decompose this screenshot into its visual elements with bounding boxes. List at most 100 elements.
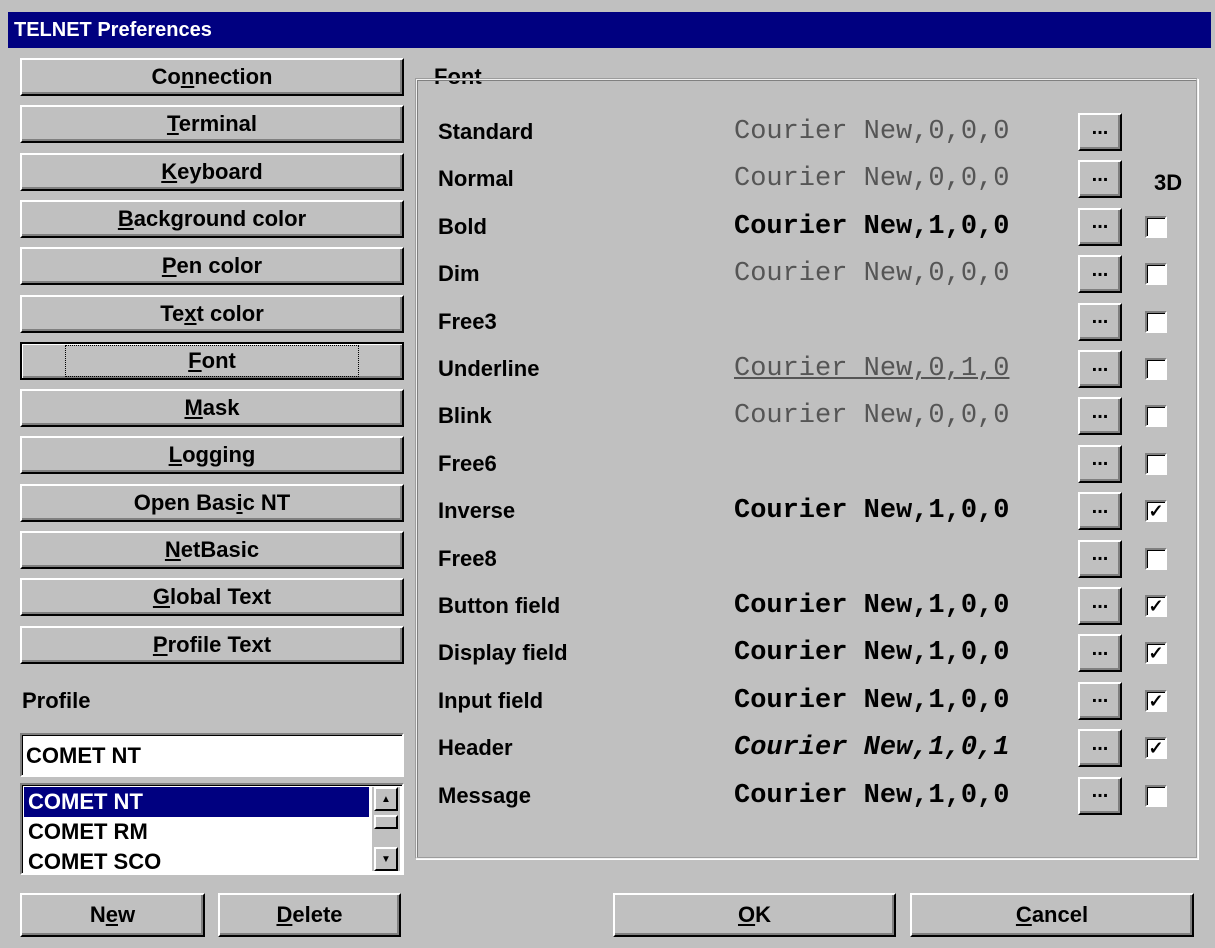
nav-button-pen-color[interactable]: Pen color [20, 247, 404, 286]
nav-button-label: Pen color [162, 253, 262, 279]
3d-checkbox[interactable]: ✓ [1145, 500, 1167, 523]
font-browse-button[interactable]: ... [1078, 302, 1122, 341]
nav-button-font[interactable]: Font [20, 341, 404, 380]
nav-button-text-color[interactable]: Text color [20, 294, 404, 333]
new-label-post: w [118, 902, 136, 927]
3d-checkbox[interactable] [1145, 215, 1167, 238]
font-browse-button[interactable]: ... [1078, 729, 1122, 768]
nav-button-label: Terminal [167, 111, 257, 137]
delete-button[interactable]: Delete [218, 893, 401, 937]
font-browse-button[interactable]: ... [1078, 397, 1122, 436]
nav-label-post: nection [194, 64, 273, 89]
3d-checkbox[interactable]: ✓ [1145, 642, 1167, 665]
nav-button-label: Open Basic NT [134, 490, 291, 516]
nav-label-pre: Open Bas [133, 489, 237, 515]
scroll-thumb[interactable] [374, 815, 398, 829]
nav-label-post: c NT [242, 489, 291, 515]
font-row-value: Courier New,0,1,0 [734, 354, 1010, 384]
nav-label-mnemonic: L [168, 442, 183, 468]
font-row-value: Courier New,1,0,0 [734, 591, 1010, 621]
cancel-label-mnemonic: C [1015, 902, 1032, 927]
font-browse-button[interactable]: ... [1078, 587, 1122, 625]
nav-button-profile-text[interactable]: Profile Text [20, 625, 404, 664]
font-browse-button[interactable]: ... [1078, 776, 1122, 815]
3d-checkbox[interactable]: ✓ [1145, 595, 1167, 617]
nav-button-connection[interactable]: Connection [20, 58, 404, 96]
3d-checkbox[interactable]: ✓ [1145, 689, 1167, 712]
nav-label-mnemonic: T [166, 111, 179, 137]
font-browse-button[interactable]: ... [1078, 113, 1122, 151]
delete-label-mnemonic: D [276, 902, 293, 927]
nav-button-global-text[interactable]: Global Text [20, 578, 404, 617]
font-browse-button[interactable]: ... [1078, 539, 1122, 578]
nav-button-label: Font [65, 344, 359, 377]
nav-button-netbasic[interactable]: NetBasic [20, 531, 404, 569]
nav-button-open-basic-nt[interactable]: Open Basic NT [20, 483, 404, 522]
font-row-label: Button field [438, 593, 561, 618]
nav-button-mask[interactable]: Mask [20, 389, 404, 428]
checkmark-icon: ✓ [1148, 501, 1164, 522]
profile-list-scrollbar[interactable]: ▲ ▼ [372, 787, 400, 871]
nav-button-logging[interactable]: Logging [20, 436, 404, 475]
3d-checkbox[interactable] [1145, 405, 1167, 428]
nav-label-post: t color [196, 300, 264, 326]
font-browse-button[interactable]: ... [1078, 207, 1122, 246]
font-browse-button[interactable]: ... [1078, 634, 1122, 673]
3d-checkbox[interactable] [1145, 263, 1167, 286]
profile-input[interactable]: COMET NT [20, 733, 404, 777]
nav-button-label: Profile Text [153, 632, 271, 658]
font-row-value: Courier New,0,0,0 [734, 117, 1010, 147]
nav-label-pre: Te [160, 300, 185, 326]
nav-label-post: ogging [182, 442, 256, 468]
font-browse-button[interactable]: ... [1078, 255, 1122, 294]
new-label-pre: N [89, 902, 106, 927]
checkmark-icon: ✓ [1148, 738, 1164, 759]
scroll-up-icon[interactable]: ▲ [374, 787, 398, 811]
nav-button-label: Mask [184, 395, 239, 421]
font-row-label: Free3 [438, 308, 497, 334]
nav-label-post: eyboard [177, 158, 263, 184]
new-button[interactable]: New [20, 893, 205, 937]
cancel-button[interactable]: Cancel [910, 893, 1194, 937]
profile-list-item[interactable]: COMET RM [24, 817, 369, 847]
font-row-value: Courier New,0,0,0 [734, 164, 1010, 195]
font-row-label: Header [438, 735, 513, 761]
font-browse-button[interactable]: ... [1078, 492, 1122, 531]
font-browse-button[interactable]: ... [1078, 160, 1122, 199]
window-title: TELNET Preferences [14, 19, 212, 41]
3d-checkbox[interactable] [1145, 358, 1167, 380]
nav-label-post: ask [202, 395, 240, 421]
cancel-label-post: ancel [1031, 902, 1089, 927]
ok-label-post: K [755, 902, 771, 927]
font-browse-button[interactable]: ... [1078, 444, 1122, 483]
nav-label-post: en color [176, 253, 263, 279]
font-browse-button[interactable]: ... [1078, 681, 1122, 720]
nav-button-label: Background color [118, 206, 306, 232]
3d-checkbox[interactable] [1145, 784, 1167, 807]
nav-label-post: ont [201, 347, 236, 373]
profile-list-item[interactable]: COMET NT [24, 787, 369, 817]
profile-label: Profile [22, 688, 91, 713]
new-label-mnemonic: e [105, 902, 118, 927]
nav-label-mnemonic: F [188, 347, 202, 373]
nav-button-background-color[interactable]: Background color [20, 199, 404, 238]
nav-label-post: ackground color [133, 205, 307, 231]
3d-header: 3D [1154, 170, 1183, 195]
profile-list-item[interactable]: COMET SCO [24, 847, 369, 873]
font-row-label: Input field [438, 687, 544, 713]
3d-checkbox[interactable]: ✓ [1145, 737, 1167, 760]
nav-button-label: Global Text [153, 584, 271, 610]
profile-list[interactable]: ▲ ▼ COMET NT COMET RM COMET SCO [20, 783, 404, 875]
3d-checkbox[interactable] [1145, 310, 1167, 333]
font-browse-button[interactable]: ... [1078, 350, 1122, 388]
nav-button-label: Connection [151, 64, 272, 90]
font-row-value: Courier New,1,0,0 [734, 211, 1010, 242]
nav-button-terminal[interactable]: Terminal [20, 105, 404, 144]
nav-button-keyboard[interactable]: Keyboard [20, 152, 404, 191]
scroll-down-icon[interactable]: ▼ [374, 847, 398, 871]
nav-label-mnemonic: P [152, 631, 168, 657]
3d-checkbox[interactable] [1145, 547, 1167, 570]
ok-button[interactable]: OK [613, 893, 896, 937]
3d-checkbox[interactable] [1145, 452, 1167, 475]
font-row-value: Courier New,0,0,0 [734, 401, 1010, 432]
